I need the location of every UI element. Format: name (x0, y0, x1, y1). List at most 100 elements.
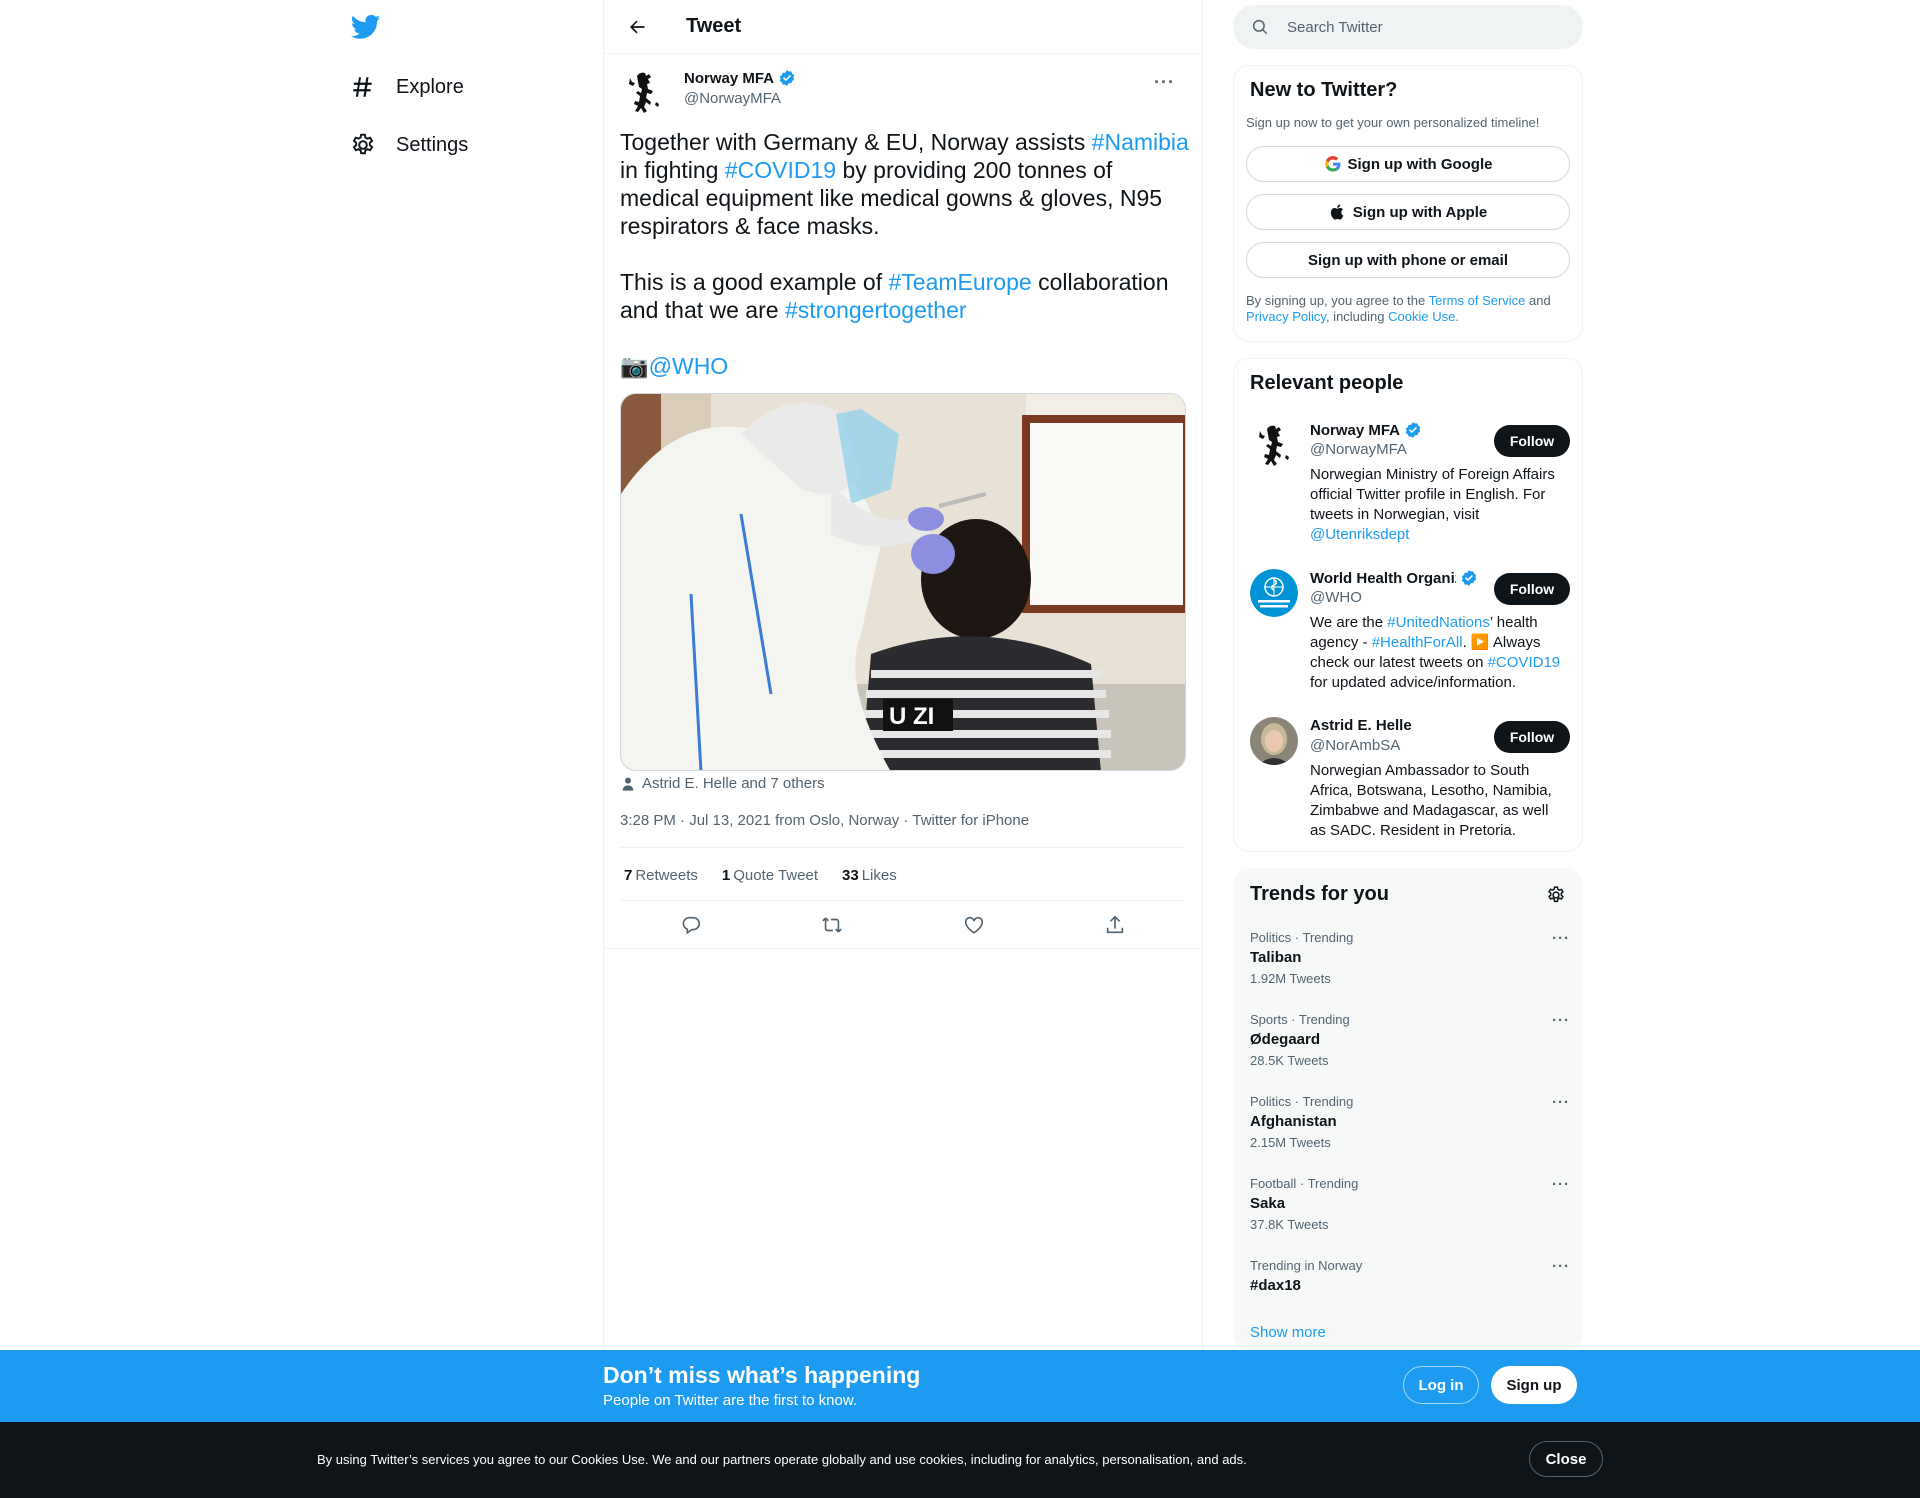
person-avatar[interactable] (1250, 569, 1298, 617)
signup-apple-label: Sign up with Apple (1352, 203, 1488, 221)
more-options-icon[interactable]: ··· (1154, 72, 1180, 92)
divider (620, 900, 1186, 901)
trend-item[interactable]: Football · Trending Saka 37.8K Tweets ··… (1250, 1176, 1570, 1232)
retweets-stat[interactable]: 7 Retweets (624, 867, 698, 884)
share-button[interactable] (1097, 907, 1133, 943)
more-options-icon[interactable]: ··· (1552, 1012, 1570, 1029)
terms-link[interactable]: Terms of Service (1429, 293, 1526, 308)
trend-item[interactable]: Politics · Trending Taliban 1.92M Tweets… (1250, 930, 1570, 986)
quotes-count: 1 (721, 866, 731, 884)
trends-settings-gear-icon[interactable] (1546, 885, 1566, 905)
signup-google-button[interactable]: Sign up with Google (1246, 146, 1570, 182)
person-name[interactable]: World Health Organization (WHO) (1310, 569, 1478, 587)
follow-button[interactable]: Follow (1494, 721, 1570, 753)
reply-button[interactable] (673, 907, 709, 943)
person-norway-mfa[interactable]: Norway MFA @NorwayMFA Follow Norwegian M… (1250, 421, 1570, 543)
person-name[interactable]: Norway MFA (1310, 421, 1422, 439)
likes-stat[interactable]: 33 Likes (842, 867, 897, 884)
search-box[interactable] (1233, 5, 1583, 49)
tweet-photo[interactable]: U ZI (620, 393, 1186, 771)
legal-text-run: , including (1325, 309, 1389, 324)
trend-item[interactable]: Sports · Trending Ødegaard 28.5K Tweets … (1250, 1012, 1570, 1068)
nav-settings-label: Settings (396, 133, 469, 156)
tweet-paragraph: 📷@WHO (620, 352, 1190, 380)
signup-apple-button[interactable]: Sign up with Apple (1246, 194, 1570, 230)
tweet-text-run: in fighting (620, 157, 725, 183)
mention-link[interactable]: @Utenriksdept (1310, 526, 1409, 543)
like-button[interactable] (956, 907, 992, 943)
retweet-icon (822, 917, 843, 933)
author-avatar[interactable] (620, 68, 668, 116)
cookie-use-link[interactable]: Cookie Use. (1388, 309, 1459, 324)
trend-item[interactable]: Politics · Trending Afghanistan 2.15M Tw… (1250, 1094, 1570, 1150)
arrow-left-icon (630, 20, 645, 33)
relevant-people-card: Relevant people Norway MFA @NorwayMFA Fo… (1233, 358, 1583, 852)
trend-count: 1.92M Tweets (1250, 971, 1331, 986)
privacy-link[interactable]: Privacy Policy (1246, 309, 1326, 324)
reply-icon (682, 916, 700, 935)
norway-lion-emblem-icon (1250, 421, 1298, 469)
trend-name: Saka (1250, 1195, 1286, 1212)
trend-count: 2.15M Tweets (1250, 1135, 1331, 1150)
apple-icon (1330, 204, 1344, 220)
show-more-link[interactable]: Show more (1250, 1324, 1326, 1341)
more-options-icon[interactable]: ··· (1552, 1176, 1570, 1193)
tweet-timestamp[interactable]: 3:28 PM · Jul 13, 2021 (620, 812, 771, 829)
person-who[interactable]: World Health Organization (WHO) @WHO Fol… (1250, 569, 1570, 691)
hashtag-link[interactable]: #UnitedNations (1387, 614, 1490, 631)
person-avatar[interactable] (1250, 717, 1298, 765)
mention-link[interactable]: @WHO (649, 353, 729, 379)
trend-category: Football · Trending (1250, 1176, 1359, 1191)
retweets-count: 7 (624, 866, 633, 884)
person-handle[interactable]: @NorwayMFA (1310, 441, 1407, 458)
tweet-actions (620, 905, 1186, 945)
legal-text-run: By signing up, you agree to the (1246, 293, 1429, 308)
tweet-source[interactable]: · Twitter for iPhone (899, 812, 1029, 829)
signup-button[interactable]: Sign up (1491, 1366, 1577, 1404)
cookie-close-button[interactable]: Close (1529, 1441, 1603, 1477)
signup-phone-email-button[interactable]: Sign up with phone or email (1246, 242, 1570, 278)
person-astrid-helle[interactable]: Astrid E. Helle @NorAmbSA Follow Norwegi… (1250, 717, 1570, 839)
person-handle[interactable]: @NorAmbSA (1310, 737, 1400, 754)
person-avatar[interactable] (1250, 421, 1298, 469)
tweet-text-run: Together with Germany & EU, Norway assis… (620, 129, 1092, 155)
verified-badge-icon (1461, 570, 1477, 586)
trend-name: Afghanistan (1250, 1113, 1337, 1130)
login-button[interactable]: Log in (1403, 1366, 1479, 1404)
person-bio: Norwegian Ambassador to South Africa, Bo… (1310, 762, 1552, 839)
trend-item[interactable]: Trending in Norway #dax18 ··· (1250, 1258, 1570, 1294)
trend-count: 28.5K Tweets (1250, 1053, 1329, 1068)
follow-button[interactable]: Follow (1494, 425, 1570, 457)
nav-settings[interactable]: Settings (350, 123, 468, 167)
nav-explore[interactable]: Explore (350, 65, 464, 109)
author-handle[interactable]: @NorwayMFA (684, 90, 781, 107)
person-handle[interactable]: @WHO (1310, 589, 1362, 606)
hashtag-link[interactable]: #TeamEurope (888, 269, 1031, 295)
person-name[interactable]: Astrid E. Helle (1310, 717, 1412, 734)
tweet-location[interactable]: from Oslo, Norway (771, 812, 899, 829)
hashtag-link[interactable]: #strongertogether (785, 297, 967, 323)
search-input[interactable] (1287, 18, 1547, 36)
quotes-stat[interactable]: 1 Quote Tweet (722, 867, 818, 884)
tweet-paragraph: This is a good example of #TeamEurope co… (620, 268, 1190, 324)
back-button[interactable] (620, 10, 654, 44)
more-options-icon[interactable]: ··· (1552, 930, 1570, 947)
new-to-twitter-title: New to Twitter? (1250, 79, 1398, 101)
tagged-people[interactable]: Astrid E. Helle and 7 others (620, 775, 825, 792)
trend-count: 37.8K Tweets (1250, 1217, 1329, 1232)
retweet-button[interactable] (814, 907, 850, 943)
author-name[interactable]: Norway MFA (684, 69, 796, 87)
hashtag-link[interactable]: #COVID19 (725, 157, 836, 183)
trend-category: Sports · Trending (1250, 1012, 1350, 1027)
more-options-icon[interactable]: ··· (1552, 1258, 1570, 1275)
follow-button[interactable]: Follow (1494, 573, 1570, 605)
hashtag-link[interactable]: #HealthForAll (1372, 634, 1463, 651)
hashtag-link[interactable]: #Namibia (1092, 129, 1189, 155)
cookie-bar: By using Twitter’s services you agree to… (0, 1422, 1920, 1498)
tweet-text: Together with Germany & EU, Norway assis… (620, 128, 1190, 408)
more-options-icon[interactable]: ··· (1552, 1094, 1570, 1111)
hashtag-link[interactable]: #COVID19 (1488, 654, 1561, 671)
tweet-stats: 7 Retweets 1 Quote Tweet 33 Likes (620, 858, 917, 892)
trend-name: #dax18 (1250, 1277, 1301, 1294)
twitter-logo-icon[interactable] (350, 12, 382, 42)
